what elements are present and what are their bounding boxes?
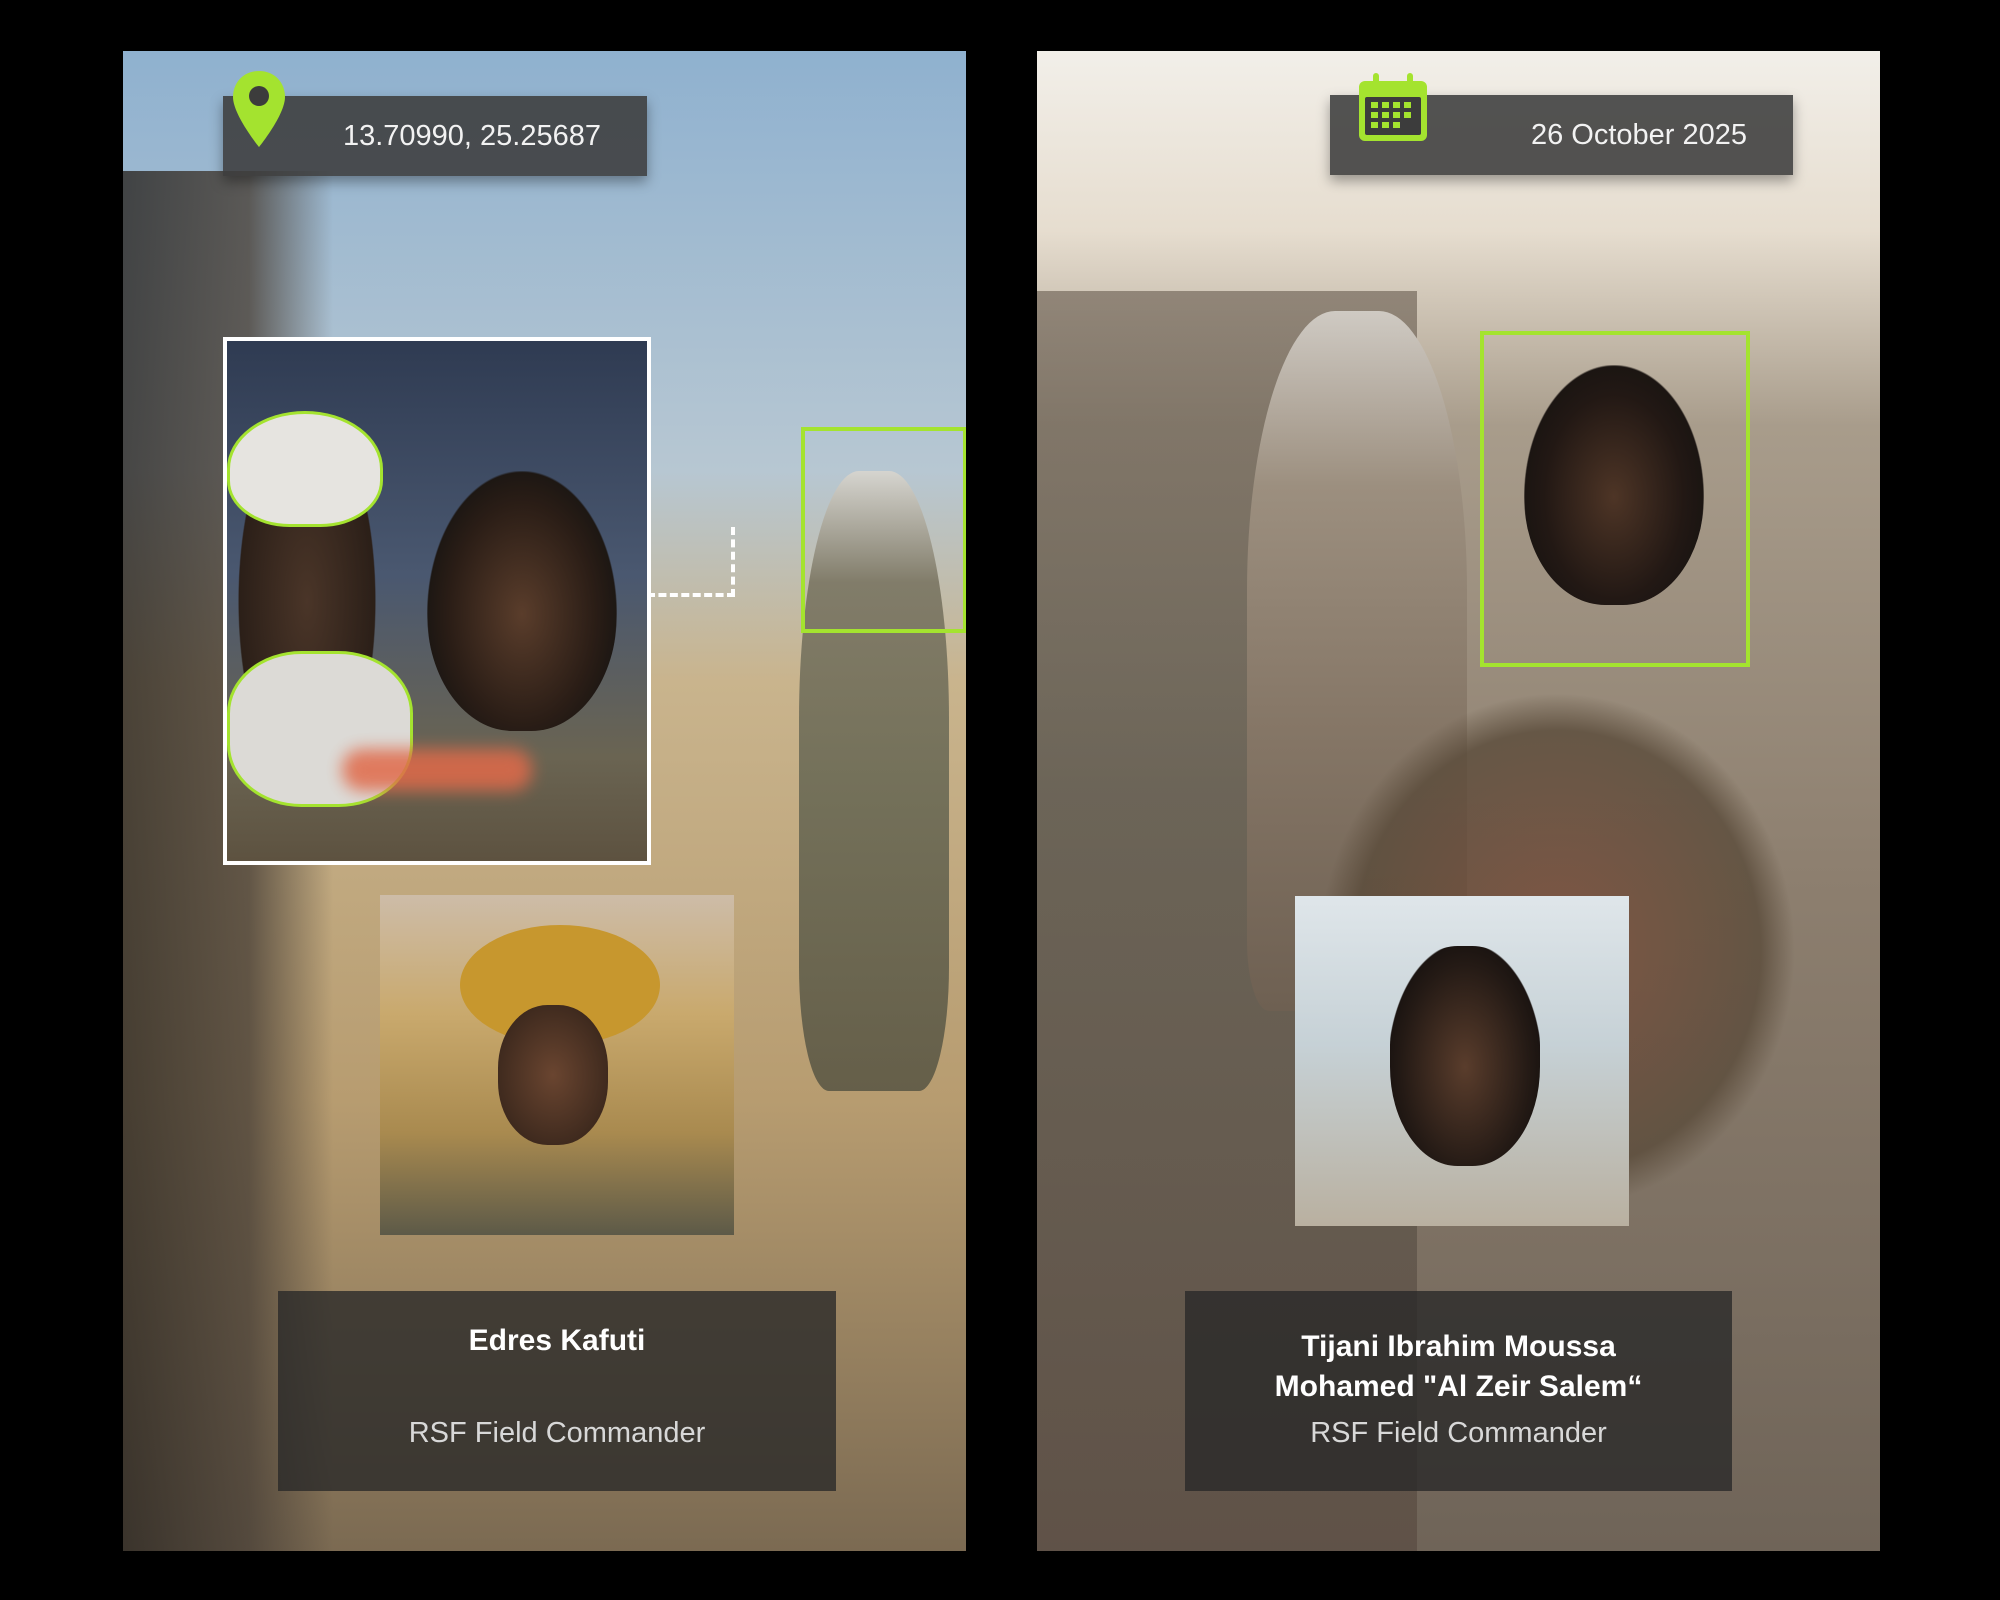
calendar-icon <box>1359 73 1427 141</box>
subject-reference-portrait <box>1295 896 1629 1226</box>
inset-subject-b <box>427 471 617 731</box>
subject-reference-portrait <box>380 895 734 1235</box>
left-evidence-panel: 13.70990, 25.25687 Edres Kafuti RSF Fiel… <box>123 51 966 1551</box>
subject-role: RSF Field Commander <box>1310 1417 1607 1449</box>
redaction-blur <box>342 749 532 791</box>
subject-name-line1: Tijani Ibrahim Moussa <box>1301 1330 1616 1363</box>
dashed-connector-line <box>647 527 735 597</box>
selfie-inset-photo <box>223 337 651 865</box>
subject-role: RSF Field Commander <box>408 1417 706 1449</box>
subject-name: Tijani Ibrahim Moussa Mohamed "Al Zeir S… <box>1185 1327 1732 1407</box>
coordinates-text: 13.70990, 25.25687 <box>342 119 601 152</box>
subject-caption: Tijani Ibrahim Moussa Mohamed "Al Zeir S… <box>1185 1291 1732 1491</box>
portrait-face <box>498 1005 608 1145</box>
identified-person-highlight <box>1480 331 1750 667</box>
identified-person-highlight <box>801 427 966 633</box>
inset-headscarf-outline <box>227 411 383 527</box>
subject-name-line2: Mohamed "Al Zeir Salem“ <box>1274 1370 1643 1403</box>
date-text: 26 October 2025 <box>1530 118 1747 151</box>
right-evidence-panel: 26 October 2025 Tijani Ibrahim Moussa Mo… <box>1037 51 1880 1551</box>
map-pin-icon <box>233 71 285 147</box>
highlighted-face <box>1524 365 1704 605</box>
subject-name: Edres Kafuti <box>468 1324 646 1357</box>
portrait-face <box>1390 946 1540 1166</box>
subject-caption: Edres Kafuti RSF Field Commander <box>278 1291 836 1491</box>
